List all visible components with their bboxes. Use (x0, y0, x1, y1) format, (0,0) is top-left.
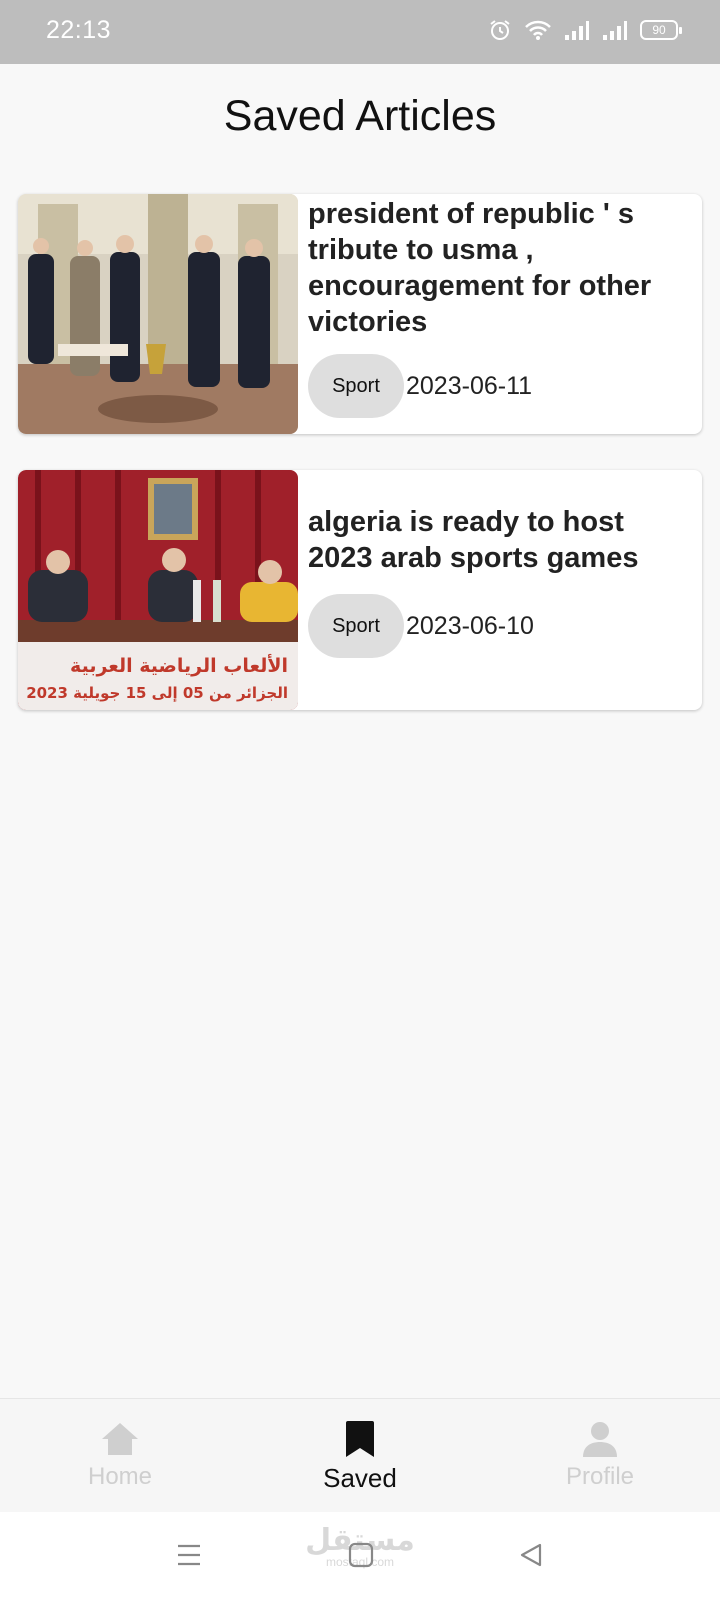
nav-item-saved[interactable]: Saved (290, 1419, 430, 1494)
article-title[interactable]: president of republic ' s tribute to usm… (308, 196, 692, 340)
nav-label-saved: Saved (323, 1463, 397, 1493)
article-meta: Sport 2023-06-10 (308, 594, 534, 658)
bookmark-icon (290, 1419, 430, 1459)
home-icon (50, 1419, 190, 1459)
page-title: Saved Articles (223, 92, 497, 140)
bottom-navigation: Home Saved Profile (0, 1398, 720, 1512)
article-thumbnail[interactable]: الألعاب الرياضية العربية الجزائر من 05 إ… (18, 470, 298, 710)
home-button-icon[interactable] (348, 1542, 374, 1573)
status-bar: 22:13 90 (0, 0, 720, 64)
status-icons: 90 (488, 18, 682, 42)
wifi-icon (524, 19, 552, 41)
article-content: president of republic ' s tribute to usm… (308, 194, 692, 434)
article-card[interactable]: الألعاب الرياضية العربية الجزائر من 05 إ… (18, 470, 702, 710)
alarm-icon (488, 18, 512, 42)
article-card[interactable]: president of republic ' s tribute to usm… (18, 194, 702, 434)
nav-label-profile: Profile (565, 1463, 635, 1490)
battery-icon: 90 (640, 20, 682, 40)
category-chip[interactable]: Sport (308, 354, 404, 418)
recent-apps-icon[interactable] (176, 1542, 202, 1573)
banner-line-2: الجزائر من 05 إلى 15 جويلية 2023 (26, 684, 288, 702)
signal-icon-sim1 (564, 19, 590, 41)
back-icon[interactable] (518, 1542, 544, 1573)
nav-item-profile[interactable]: Profile (530, 1419, 670, 1491)
article-content: algeria is ready to host 2023 arab sport… (308, 470, 692, 710)
signal-icon-sim2 (602, 19, 628, 41)
nav-label-home: Home (87, 1463, 153, 1490)
article-date: 2023-06-11 (406, 371, 533, 400)
system-navigation-bar: مستقل mostaql.com (0, 1512, 720, 1600)
banner-line-1: الألعاب الرياضية العربية (70, 654, 288, 677)
category-chip[interactable]: Sport (308, 594, 404, 658)
status-time: 22:13 (46, 16, 112, 44)
article-thumbnail[interactable] (18, 194, 298, 434)
nav-item-home[interactable]: Home (50, 1419, 190, 1491)
article-date: 2023-06-10 (406, 611, 534, 640)
article-meta: Sport 2023-06-11 (308, 354, 532, 418)
person-icon (530, 1419, 670, 1459)
article-title[interactable]: algeria is ready to host 2023 arab sport… (308, 504, 692, 576)
